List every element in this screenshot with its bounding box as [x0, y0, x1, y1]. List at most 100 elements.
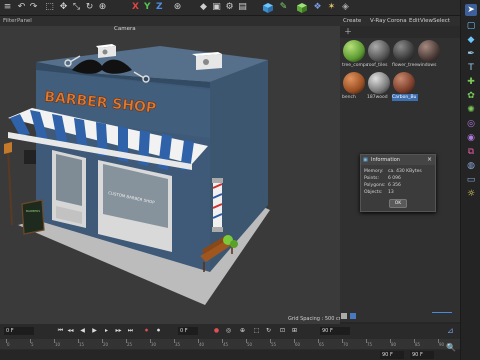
menu-create[interactable]: Create: [343, 16, 361, 26]
autokey-icon[interactable]: ⏺: [154, 326, 163, 335]
param-key-icon[interactable]: ⊡: [278, 326, 287, 335]
material-preview: [418, 40, 440, 62]
add-material-icon[interactable]: ＋: [344, 27, 352, 37]
camera-label[interactable]: Camera: [114, 26, 136, 32]
material-preview: [393, 72, 415, 94]
scale-key-icon[interactable]: ⬚: [252, 326, 261, 335]
zoom-icon[interactable]: 🔍: [446, 343, 456, 352]
info-key: Points:: [364, 176, 380, 181]
info-row-memory: Memory: ca. 430 KBytes: [361, 168, 435, 175]
barber-pole: [212, 178, 223, 232]
world-coord-icon[interactable]: ⊛: [172, 2, 183, 13]
timeline-tick-label: 10: [55, 342, 61, 347]
keyframe-selection-icon[interactable]: ◎: [224, 326, 233, 335]
coord-icon[interactable]: ⊕: [97, 2, 108, 13]
timeline-tick-label: 40: [199, 342, 205, 347]
y-axis-toggle[interactable]: Y: [144, 1, 151, 14]
current-frame-field[interactable]: 0 F: [178, 327, 198, 335]
ac-unit-right: [192, 52, 222, 70]
scene-icon[interactable]: ◍: [465, 160, 477, 172]
menu-view[interactable]: View: [420, 16, 433, 26]
viewport-menu-panel[interactable]: Panel: [17, 16, 32, 26]
render-settings-icon[interactable]: ⚙: [224, 2, 235, 13]
view-icon[interactable]: ▢: [465, 20, 477, 32]
lamp-post: [7, 149, 13, 226]
info-value: ca. 430 KBytes: [388, 169, 422, 174]
select-icon[interactable]: ⬚: [44, 2, 55, 13]
go-to-start-icon[interactable]: ⏮: [56, 326, 65, 335]
nurbs-icon[interactable]: [296, 2, 308, 14]
prev-frame-icon[interactable]: ◀: [78, 326, 87, 335]
cube-primitive-icon[interactable]: ◆: [465, 34, 477, 46]
x-axis-toggle[interactable]: X: [132, 1, 139, 14]
menu-corona[interactable]: Corona: [387, 16, 407, 26]
effector-icon[interactable]: ✺: [465, 104, 477, 116]
pla-key-icon[interactable]: ⊞: [290, 326, 299, 335]
prev-key-icon[interactable]: ◂◂: [66, 326, 75, 335]
play-icon[interactable]: ▶: [90, 326, 99, 335]
menu-vray[interactable]: V-Ray: [370, 16, 386, 26]
rotate-key-icon[interactable]: ↻: [264, 326, 273, 335]
tag-icon[interactable]: ⧉: [465, 146, 477, 158]
z-axis-toggle[interactable]: Z: [156, 1, 163, 14]
material-label: flower_tree: [392, 63, 418, 68]
next-key-icon[interactable]: ▸▸: [114, 326, 123, 335]
grid-view-icon[interactable]: [350, 313, 356, 319]
material-swatch[interactable]: Carbon_Bu: [392, 72, 418, 102]
max-frame-field[interactable]: 90 F: [410, 351, 434, 359]
go-to-end-icon[interactable]: ⏭: [126, 326, 135, 335]
material-swatch[interactable]: tree_compo: [342, 40, 368, 70]
deformer-icon[interactable]: ◈: [340, 2, 351, 13]
camera-icon[interactable]: ▭: [465, 174, 477, 186]
field-icon[interactable]: ✶: [326, 2, 337, 13]
record-icon[interactable]: ⏺: [142, 326, 151, 335]
generator-icon[interactable]: ✚: [465, 76, 477, 88]
text-icon[interactable]: T: [465, 62, 477, 74]
material-swatch[interactable]: flower_tree: [392, 40, 418, 70]
material-swatch[interactable]: windows: [417, 40, 441, 70]
redo-icon[interactable]: ↷: [28, 2, 39, 13]
pen-icon[interactable]: ✒: [465, 48, 477, 60]
material-swatch[interactable]: bench: [342, 72, 366, 102]
info-row-polygons: Polygons: 6 356: [361, 182, 435, 189]
material-scroll-indicator[interactable]: [432, 312, 452, 313]
field-icon[interactable]: ◉: [465, 132, 477, 144]
start-frame-field[interactable]: 0 F: [4, 327, 34, 335]
layout-icon[interactable]: ⊿: [447, 326, 454, 335]
next-frame-icon[interactable]: ▸: [102, 326, 111, 335]
min-frame-field[interactable]: 90 F: [380, 351, 404, 359]
interactive-render-icon[interactable]: ▤: [237, 2, 248, 13]
cursor-icon[interactable]: ➤: [465, 4, 477, 16]
material-swatch[interactable]: 187wood: [367, 72, 391, 102]
motion-icon[interactable]: ⊕: [238, 326, 247, 335]
undo-icon[interactable]: ↶: [16, 2, 27, 13]
keyframe-icon[interactable]: ◆: [198, 2, 209, 13]
deformer-icon[interactable]: ◎: [465, 118, 477, 130]
light-icon[interactable]: ☼: [465, 188, 477, 200]
end-frame-field[interactable]: 90 F: [320, 327, 350, 335]
view-toggle-icon[interactable]: [341, 313, 347, 319]
grid-spacing-readout: Grid Spacing : 500 cm: [288, 316, 344, 322]
menu-edit[interactable]: Edit: [409, 16, 420, 26]
render-icon[interactable]: ▣: [211, 2, 222, 13]
ok-button[interactable]: OK: [389, 199, 407, 208]
rotate-icon[interactable]: ↻: [84, 2, 95, 13]
array-icon[interactable]: ❖: [312, 2, 323, 13]
cloner-icon[interactable]: ✿: [465, 90, 477, 102]
spline-icon[interactable]: ✎: [278, 2, 289, 13]
material-label: bench: [342, 95, 356, 100]
cube-icon[interactable]: [262, 2, 274, 14]
menu-icon[interactable]: ≡: [2, 2, 13, 13]
material-swatch[interactable]: roof_tiles: [367, 40, 391, 70]
top-toolbar: ≡ ↶ ↷ ⬚ ✥ ⤡ ↻ ⊕ X Y Z ⊛ ◆ ▣ ⚙ ▤ ✎ ❖ ✶ ◈: [0, 0, 480, 16]
material-label: tree_compo: [342, 63, 368, 68]
scale-icon[interactable]: ⤡: [71, 2, 82, 13]
material-label: Carbon_Bu: [392, 94, 418, 101]
viewport-menu-filter[interactable]: Filter: [3, 16, 17, 26]
move-icon[interactable]: ✥: [58, 2, 69, 13]
close-icon[interactable]: ×: [427, 155, 432, 165]
menu-select[interactable]: Select: [433, 16, 450, 26]
record-active-icon[interactable]: ●: [212, 326, 221, 335]
3d-viewport[interactable]: BARBER SHOP CUSTOM BARBER SHOP BARBERS C…: [0, 26, 340, 324]
timeline-ruler[interactable]: 0 5 10 15 20 25 30 35 40 45 50 55 60 65 70 75 80 85 90: [0, 339, 460, 349]
